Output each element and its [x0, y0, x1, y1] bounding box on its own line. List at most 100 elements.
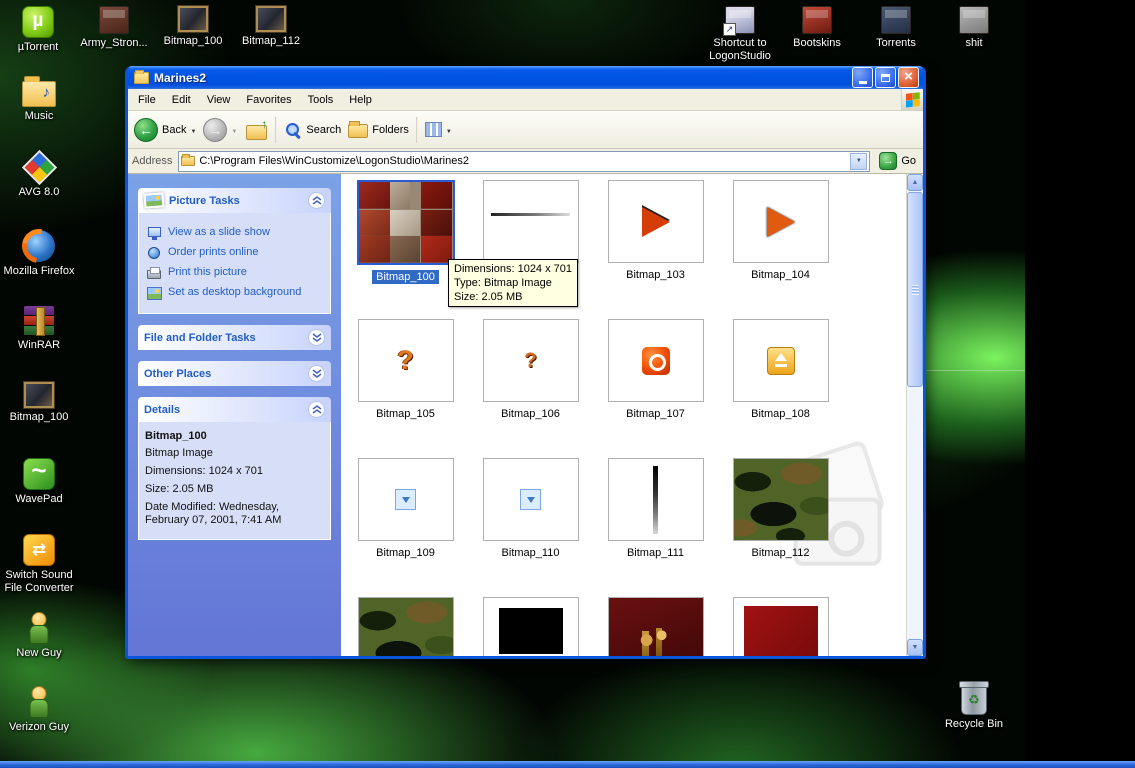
file-name: Bitmap_104: [747, 268, 814, 282]
back-label: Back: [162, 124, 186, 136]
search-label: Search: [306, 124, 341, 136]
desktop-icon-verizon-guy[interactable]: Verizon Guy: [1, 686, 77, 734]
details-panel: Details Bitmap_100 Bitmap Image Dimensio…: [138, 397, 331, 540]
desktop-icon-bitmap-112[interactable]: Bitmap_112: [233, 6, 309, 48]
file-item[interactable]: Bitmap_105: [343, 319, 468, 458]
back-dropdown-icon[interactable]: [190, 124, 196, 136]
file-folder-tasks-panel: File and Folder Tasks: [138, 325, 331, 350]
file-item[interactable]: Bitmap_104: [718, 180, 843, 319]
file-folder-tasks-header[interactable]: File and Folder Tasks: [138, 325, 331, 350]
collapse-chevron-icon[interactable]: [308, 192, 325, 209]
desktop-icon-bootskins[interactable]: Bootskins: [779, 6, 855, 50]
black-rectangle-thumbnail: [499, 608, 563, 654]
desktop-icon-firefox[interactable]: Mozilla Firefox: [1, 230, 77, 278]
folders-label: Folders: [372, 124, 409, 136]
desktop-icon-avg[interactable]: AVG 8.0: [1, 152, 77, 199]
utorrent-icon: [22, 6, 54, 38]
minimize-button[interactable]: [852, 67, 873, 88]
folders-button[interactable]: Folders: [348, 121, 409, 138]
thumbnail-frame: [358, 458, 454, 541]
scroll-up-button[interactable]: [907, 174, 923, 191]
details-header[interactable]: Details: [138, 397, 331, 422]
taskbar-edge[interactable]: [0, 761, 1135, 768]
desktop-icon-label: Bitmap_112: [242, 35, 300, 48]
wallpaper-icon: [147, 287, 162, 300]
desktop-icon-label: AVG 8.0: [19, 186, 60, 199]
desktop-icon-label: Torrents: [876, 37, 916, 50]
file-item[interactable]: [593, 597, 718, 656]
forward-dropdown-icon[interactable]: [231, 124, 237, 136]
title-bar[interactable]: Marines2: [128, 66, 923, 89]
bootskins-icon: [802, 6, 832, 34]
scroll-down-button[interactable]: [907, 639, 923, 656]
expand-chevron-icon[interactable]: [308, 329, 325, 346]
task-label: View as a slide show: [168, 226, 270, 239]
task-print-picture[interactable]: Print this picture: [147, 266, 322, 280]
details-modified: Date Modified: Wednesday,: [145, 501, 324, 514]
desktop-icon-utorrent[interactable]: µTorrent: [0, 6, 76, 54]
file-item[interactable]: Bitmap_108: [718, 319, 843, 458]
desktop-icon-wavepad[interactable]: WavePad: [1, 458, 77, 506]
wallpaper-streak: [926, 370, 1025, 371]
desktop-icon-logonstudio-shortcut[interactable]: Shortcut to LogonStudio: [702, 6, 778, 63]
address-path[interactable]: C:\Program Files\WinCustomize\LogonStudi…: [199, 155, 846, 167]
collapse-chevron-icon[interactable]: [308, 401, 325, 418]
file-item[interactable]: [343, 597, 468, 656]
close-button[interactable]: [898, 67, 919, 88]
file-item[interactable]: Bitmap_111: [593, 458, 718, 597]
views-button[interactable]: [425, 122, 452, 137]
thumbnail-frame: [733, 319, 829, 402]
maximize-button[interactable]: [875, 67, 896, 88]
menu-favorites[interactable]: Favorites: [238, 89, 299, 110]
desktop-icon-recycle-bin[interactable]: Recycle Bin: [936, 682, 1012, 731]
vertical-scrollbar[interactable]: [906, 174, 923, 656]
task-view-slideshow[interactable]: View as a slide show: [147, 226, 322, 240]
desktop-icon-bitmap-100[interactable]: Bitmap_100: [155, 6, 231, 48]
screen-unused-area: [1025, 0, 1135, 768]
scrollbar-thumb[interactable]: [907, 192, 923, 387]
file-item[interactable]: [468, 597, 593, 656]
address-input[interactable]: C:\Program Files\WinCustomize\LogonStudi…: [178, 151, 870, 172]
desktop-icon-bitmap-100-left[interactable]: Bitmap_100: [1, 382, 77, 424]
desktop-icon-label: Music: [25, 110, 54, 123]
menu-tools[interactable]: Tools: [300, 89, 342, 110]
file-item[interactable]: Bitmap_107: [593, 319, 718, 458]
menu-help[interactable]: Help: [341, 89, 380, 110]
thumbnail-frame: [608, 458, 704, 541]
file-item[interactable]: [718, 597, 843, 656]
desktop-icon-switch-converter[interactable]: Switch Sound File Converter: [1, 534, 77, 595]
task-order-prints[interactable]: Order prints online: [147, 246, 322, 260]
desktop-icon-label: Army_Stron...: [80, 37, 147, 50]
go-button[interactable]: Go: [876, 152, 919, 170]
file-item[interactable]: Bitmap_110: [468, 458, 593, 597]
desktop-icon-army-strong[interactable]: Army_Stron...: [76, 6, 152, 50]
forward-button[interactable]: [203, 118, 237, 142]
address-dropdown-button[interactable]: [850, 153, 867, 170]
recycle-bin-icon: [961, 685, 987, 715]
views-dropdown-icon[interactable]: [446, 124, 452, 136]
file-item[interactable]: Bitmap_112: [718, 458, 843, 597]
desktop-icon-music[interactable]: Music: [1, 76, 77, 123]
desktop-icon-winrar[interactable]: WinRAR: [1, 306, 77, 352]
desktop-icon-new-guy[interactable]: New Guy: [1, 612, 77, 660]
search-button[interactable]: Search: [284, 121, 341, 139]
thumbnail-frame: [608, 597, 704, 656]
file-item[interactable]: Bitmap_103: [593, 180, 718, 319]
picture-tasks-header[interactable]: Picture Tasks: [138, 188, 331, 213]
task-set-wallpaper[interactable]: Set as desktop background: [147, 286, 322, 300]
file-item[interactable]: Bitmap_109: [343, 458, 468, 597]
menu-edit[interactable]: Edit: [164, 89, 199, 110]
file-item[interactable]: Bitmap_106: [468, 319, 593, 458]
expand-chevron-icon[interactable]: [308, 365, 325, 382]
file-name: Bitmap_103: [622, 268, 689, 282]
desktop-icon-shit[interactable]: shit: [936, 6, 1012, 50]
folder-icon: [181, 156, 195, 166]
details-file-type: Bitmap Image: [145, 447, 324, 460]
up-button[interactable]: [244, 119, 268, 141]
menu-file[interactable]: File: [130, 89, 164, 110]
desktop-icon-torrents[interactable]: Torrents: [858, 6, 934, 50]
menu-view[interactable]: View: [199, 89, 239, 110]
back-button[interactable]: Back: [134, 118, 196, 142]
other-places-header[interactable]: Other Places: [138, 361, 331, 386]
switch-converter-icon: [23, 534, 55, 566]
